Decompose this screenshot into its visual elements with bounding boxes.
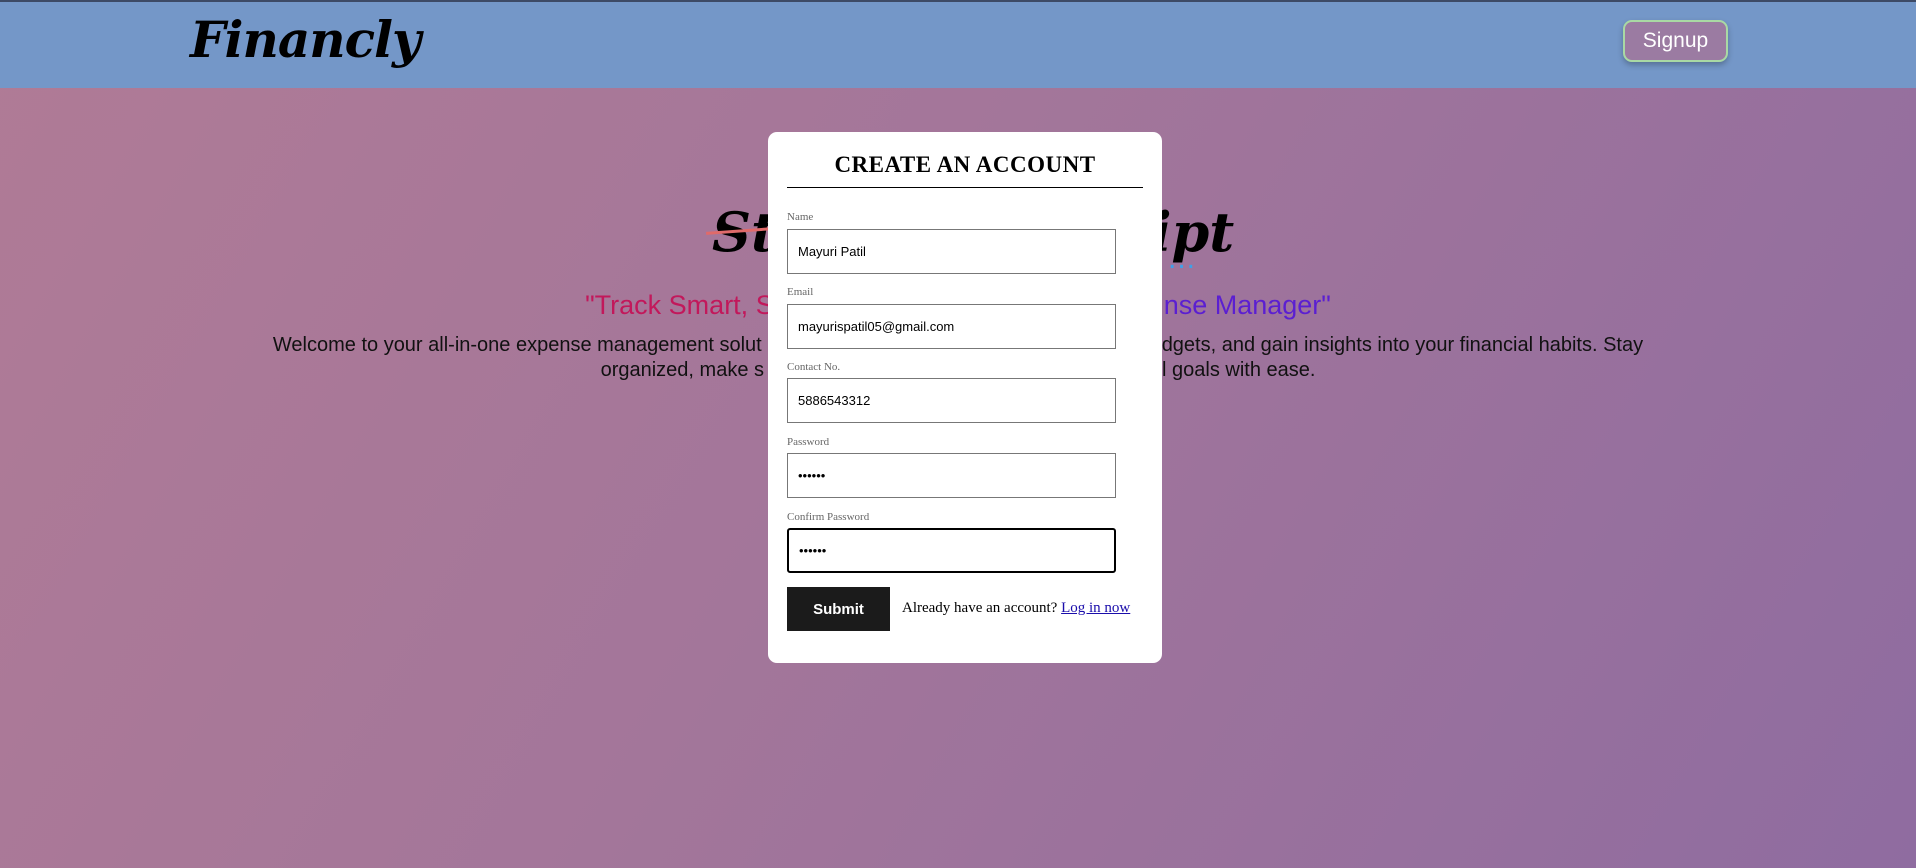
tagline-left: "Track Smart, S [585,290,774,320]
navbar: Financly Signup [0,2,1916,88]
email-field[interactable]: mayurispatil05@gmail.com [787,304,1116,349]
contact-field[interactable]: 5886543312 [787,378,1116,423]
welcome-line1-left: Welcome to your all-in-one expense manag… [272,334,762,356]
name-label: Name [787,211,814,223]
password-label: Password [787,436,830,448]
tagline-right: nse Manager" [1163,290,1331,320]
hero-title-dots: ... [1168,242,1197,275]
login-prompt: Already have an account? Log in now [902,600,1130,617]
welcome-line2-left: organized, make s [600,359,764,381]
signup-modal: CREATE AN ACCOUNT Name Mayuri Patil Emai… [768,132,1162,663]
submit-button[interactable]: Submit [787,587,890,631]
welcome-line2-right: l goals with ease. [1162,359,1316,381]
confirm-password-label: Confirm Password [787,511,870,523]
confirm-password-field[interactable]: •••••• [787,528,1116,573]
login-prompt-text: Already have an account? [902,600,1058,616]
modal-title: CREATE AN ACCOUNT [834,152,1096,177]
logo[interactable]: Financly [190,10,421,69]
hero-title-left: St [712,200,776,264]
name-field[interactable]: Mayuri Patil [787,229,1116,274]
welcome-line1-right: dgets, and gain insights into your finan… [1161,334,1644,356]
email-label: Email [787,286,814,298]
signup-button[interactable]: Signup [1623,20,1728,62]
login-link[interactable]: Log in now [1061,600,1130,616]
title-divider [787,187,1143,188]
password-field[interactable]: •••••• [787,453,1116,498]
contact-label: Contact No. [787,361,841,373]
